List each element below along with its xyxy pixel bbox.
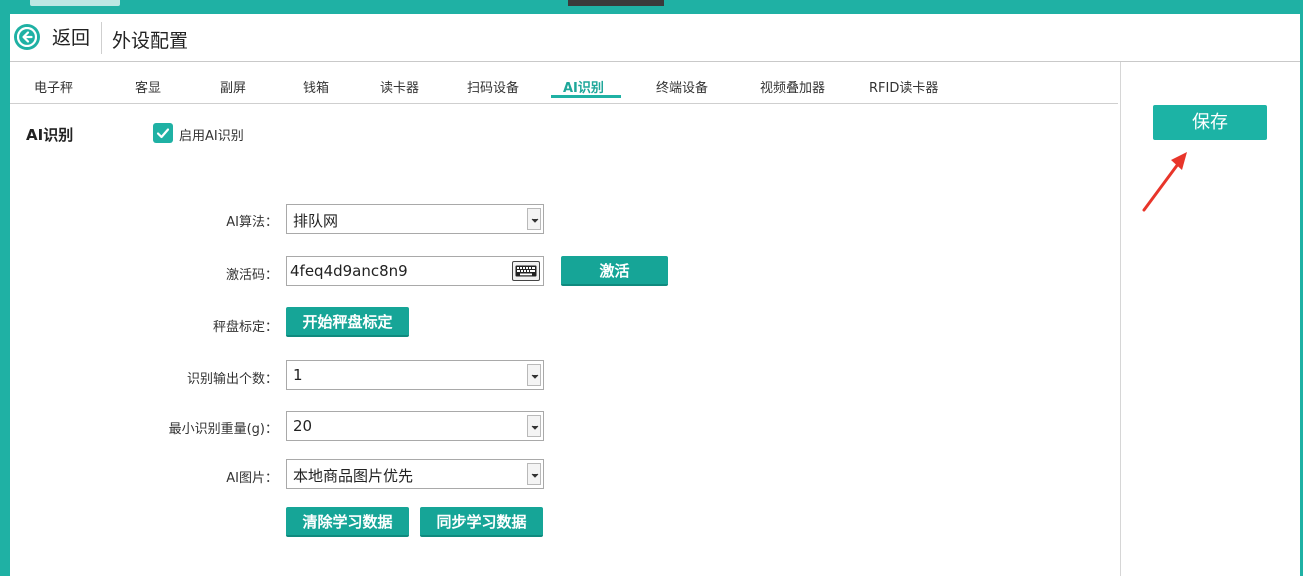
tab-card-reader[interactable]: 读卡器 <box>380 77 419 96</box>
ai-image-select[interactable]: 本地商品图片优先 <box>286 459 544 489</box>
action-panel: 保存 <box>1120 62 1300 576</box>
enable-ai-checkbox-row[interactable]: 启用AI识别 <box>153 121 244 144</box>
activate-button[interactable]: 激活 <box>561 256 668 286</box>
os-top-strip <box>0 0 1303 14</box>
ai-image-value: 本地商品图片优先 <box>293 467 414 485</box>
taskbar-fragment <box>568 0 664 6</box>
tab-customer-display[interactable]: 客显 <box>135 77 161 96</box>
keyboard-icon[interactable] <box>512 261 540 281</box>
enable-ai-checkbox[interactable] <box>153 122 173 143</box>
back-button[interactable]: 返回 <box>14 23 90 50</box>
tab-ai-recognition[interactable]: AI识别 <box>563 77 604 96</box>
min-weight-label: 最小识别重量(g)： <box>168 422 278 437</box>
algorithm-label: AI算法： <box>226 215 278 230</box>
start-calibration-button[interactable]: 开始秤盘标定 <box>286 307 409 337</box>
header-divider <box>101 22 102 54</box>
output-count-value: 1 <box>293 366 303 384</box>
tab-secondary-screen[interactable]: 副屏 <box>220 77 246 96</box>
output-count-select[interactable]: 1 <box>286 360 544 390</box>
clear-learning-data-button[interactable]: 清除学习数据 <box>286 507 409 537</box>
active-tab-indicator <box>551 95 621 98</box>
algorithm-select[interactable]: 排队网 <box>286 204 544 234</box>
activation-code-input[interactable]: 4feq4d9anc8n9 <box>286 256 544 286</box>
enable-ai-label: 启用AI识别 <box>179 129 244 144</box>
output-count-label: 识别输出个数： <box>186 372 278 387</box>
activation-code-label: 激活码： <box>225 268 278 283</box>
page-header: 返回 外设配置 <box>10 14 1300 62</box>
min-weight-value: 20 <box>293 417 313 435</box>
tab-scale[interactable]: 电子秤 <box>34 77 73 96</box>
sync-learning-data-button[interactable]: 同步学习数据 <box>420 507 543 537</box>
tab-scanner[interactable]: 扫码设备 <box>467 77 519 96</box>
chevron-down-icon[interactable] <box>527 208 541 230</box>
chevron-down-icon[interactable] <box>527 364 541 386</box>
section-title: AI识别 <box>26 126 74 144</box>
chevron-down-icon[interactable] <box>527 415 541 437</box>
tab-rfid-reader[interactable]: RFID读卡器 <box>869 77 938 96</box>
ai-image-label: AI图片： <box>226 471 278 486</box>
tab-terminal-device[interactable]: 终端设备 <box>656 77 708 96</box>
tab-video-overlay[interactable]: 视频叠加器 <box>760 77 825 96</box>
app-logo-fragment <box>30 0 120 6</box>
algorithm-value: 排队网 <box>293 212 339 230</box>
save-button[interactable]: 保存 <box>1153 105 1267 140</box>
min-weight-select[interactable]: 20 <box>286 411 544 441</box>
checkmark-icon <box>156 127 170 138</box>
back-arrow-icon <box>14 23 40 50</box>
activation-code-value: 4feq4d9anc8n9 <box>290 262 408 280</box>
scale-calibration-label: 秤盘标定： <box>212 320 278 335</box>
back-label: 返回 <box>52 27 91 49</box>
tab-cash-drawer[interactable]: 钱箱 <box>303 77 329 96</box>
chevron-down-icon[interactable] <box>527 463 541 485</box>
annotation-arrow-icon <box>1142 152 1187 212</box>
peripheral-config-window: 返回 外设配置 电子秤 客显 副屏 钱箱 读卡器 扫码设备 AI识别 终端设备 … <box>10 14 1300 576</box>
config-panel: 电子秤 客显 副屏 钱箱 读卡器 扫码设备 AI识别 终端设备 视频叠加器 RF… <box>10 62 1120 576</box>
page-title: 外设配置 <box>112 30 189 52</box>
tab-bar: 电子秤 客显 副屏 钱箱 读卡器 扫码设备 AI识别 终端设备 视频叠加器 RF… <box>10 62 1118 104</box>
